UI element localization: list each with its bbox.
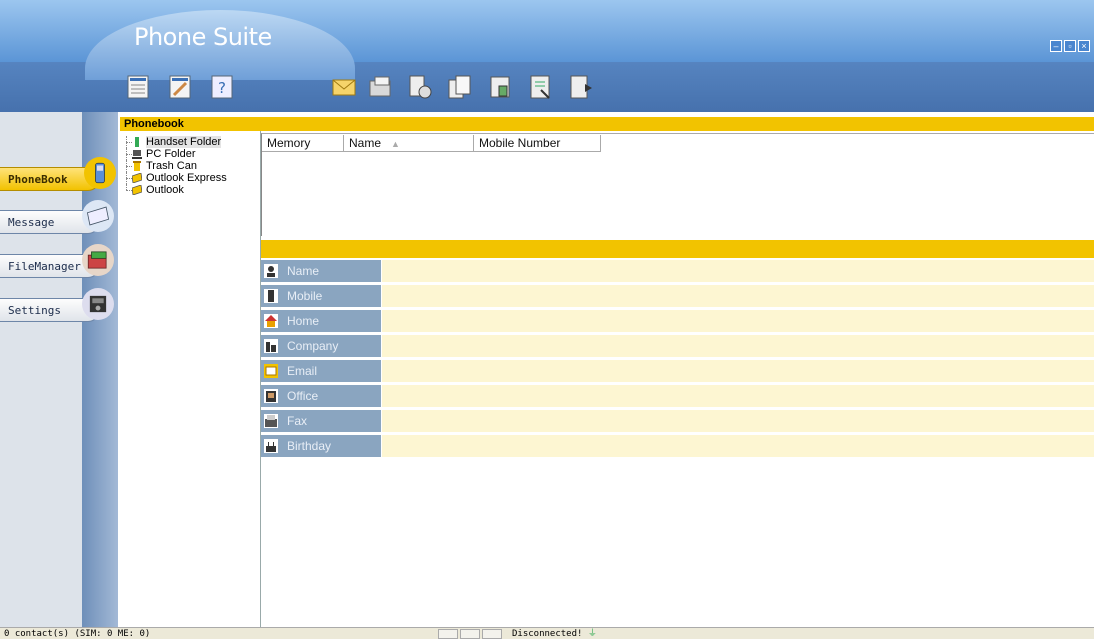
name-field-value[interactable] [382,260,1094,282]
field-label: Home [261,310,381,332]
folder-tree: Handset Folder PC Folder Trash Can Outlo… [126,136,227,196]
field-label: Mobile [261,285,381,307]
restore-icon[interactable]: ▫ [1064,40,1076,52]
contact-card-icon [264,264,278,278]
phonebook-header: Phonebook [120,117,1094,131]
field-label-text: Name [287,264,320,278]
envelope-icon[interactable] [82,200,114,232]
mobile-field-value[interactable] [382,285,1094,307]
mobile-icon [264,289,278,303]
email-icon [264,364,278,378]
outlook-express-icon [132,173,142,183]
window-controls: – ▫ × [1050,40,1090,52]
trash-icon [133,161,141,171]
contact-detail-panel: Name Mobile Home Company Email Office Fa… [261,258,1094,627]
nav-sidebar: PhoneBook Message FileManager Settings [0,112,118,627]
home-icon [264,314,278,328]
tree-item-label: PC Folder [146,148,196,160]
status-bar: 0 contact(s) (SIM: 0 ME: 0) Disconnected… [0,627,1094,639]
envelope-icon[interactable] [330,72,358,102]
folder-icon[interactable] [366,72,394,102]
connection-status-text: Disconnected! [512,629,583,639]
contact-count: 0 contact(s) (SIM: 0 ME: 0) [4,629,151,639]
field-label-text: Home [287,314,320,328]
office-icon [264,389,278,403]
birthday-field-value[interactable] [382,435,1094,457]
field-label-text: Company [287,339,339,353]
field-label: Office [261,385,381,407]
field-row-mobile: Mobile [261,285,1094,307]
tree-item-pc-folder[interactable]: PC Folder [126,148,227,160]
outlook-icon [132,185,142,195]
field-row-name: Name [261,260,1094,282]
tree-item-label: Handset Folder [146,136,222,148]
tree-item-label: Outlook [146,184,184,196]
folder-icon[interactable] [82,244,114,276]
company-icon [264,339,278,353]
connection-status: Disconnected! ⏚ [512,628,597,639]
export-icon[interactable] [566,72,594,102]
column-memory[interactable]: Memory [262,135,344,152]
connection-plug-icon: ⏚ [587,629,597,639]
svg-text:?: ? [218,79,226,97]
field-label: Email [261,360,381,382]
field-row-birthday: Birthday [261,435,1094,457]
office-field-value[interactable] [382,385,1094,407]
field-row-home: Home [261,310,1094,332]
copy-icon[interactable] [446,72,474,102]
nav-settings-label: Settings [8,303,61,317]
column-name-label: Name [349,136,382,150]
sync-icon[interactable] [406,72,434,102]
field-row-fax: Fax [261,410,1094,432]
help-icon[interactable]: ? [208,72,236,102]
nav-filemanager-label: FileManager [8,259,81,273]
header: Phone Suite – ▫ × ? [0,0,1094,112]
field-row-office: Office [261,385,1094,407]
field-label-text: Fax [287,414,308,428]
delete-icon[interactable] [526,72,554,102]
column-mobile-number[interactable]: Mobile Number [474,135,601,152]
contact-list-header: Memory Name ▲ Mobile Number [262,135,601,152]
sort-ascending-icon: ▲ [391,139,400,149]
phone-icon[interactable] [84,157,116,189]
nav-message-label: Message [8,215,55,229]
field-label-text: Mobile [287,289,323,303]
phone-data-icon[interactable] [486,72,514,102]
handset-icon [135,137,139,147]
field-label: Fax [261,410,381,432]
field-label: Birthday [261,435,381,457]
detail-header-bar [261,240,1094,258]
tree-item-label: Outlook Express [146,172,227,184]
tree-item-label: Trash Can [146,160,197,172]
phone-suite-window: Phone Suite – ▫ × ? PhoneBook Message Fi… [0,0,1094,639]
tree-item-trash-can[interactable]: Trash Can [126,160,227,172]
email-field-value[interactable] [382,360,1094,382]
app-title: Phone Suite [134,23,272,51]
minimize-icon[interactable]: – [1050,40,1062,52]
tree-item-handset-folder[interactable]: Handset Folder [126,136,227,148]
fax-icon [264,414,278,428]
tree-item-outlook-express[interactable]: Outlook Express [126,172,227,184]
settings-icon[interactable] [82,288,114,320]
status-panels [438,629,502,639]
field-row-company: Company [261,335,1094,357]
close-icon[interactable]: × [1078,40,1090,52]
fax-field-value[interactable] [382,410,1094,432]
field-label-text: Email [287,364,318,378]
field-label-text: Office [287,389,319,403]
column-name[interactable]: Name ▲ [344,135,474,152]
edit-icon[interactable] [166,72,194,102]
nav-phonebook-label: PhoneBook [8,172,68,186]
birthday-icon [264,439,278,453]
contacts-list-icon[interactable] [124,72,152,102]
field-label: Name [261,260,381,282]
company-field-value[interactable] [382,335,1094,357]
tree-item-outlook[interactable]: Outlook [126,184,227,196]
field-label: Company [261,335,381,357]
field-label-text: Birthday [287,439,332,453]
pc-icon [132,150,142,159]
field-row-email: Email [261,360,1094,382]
home-field-value[interactable] [382,310,1094,332]
